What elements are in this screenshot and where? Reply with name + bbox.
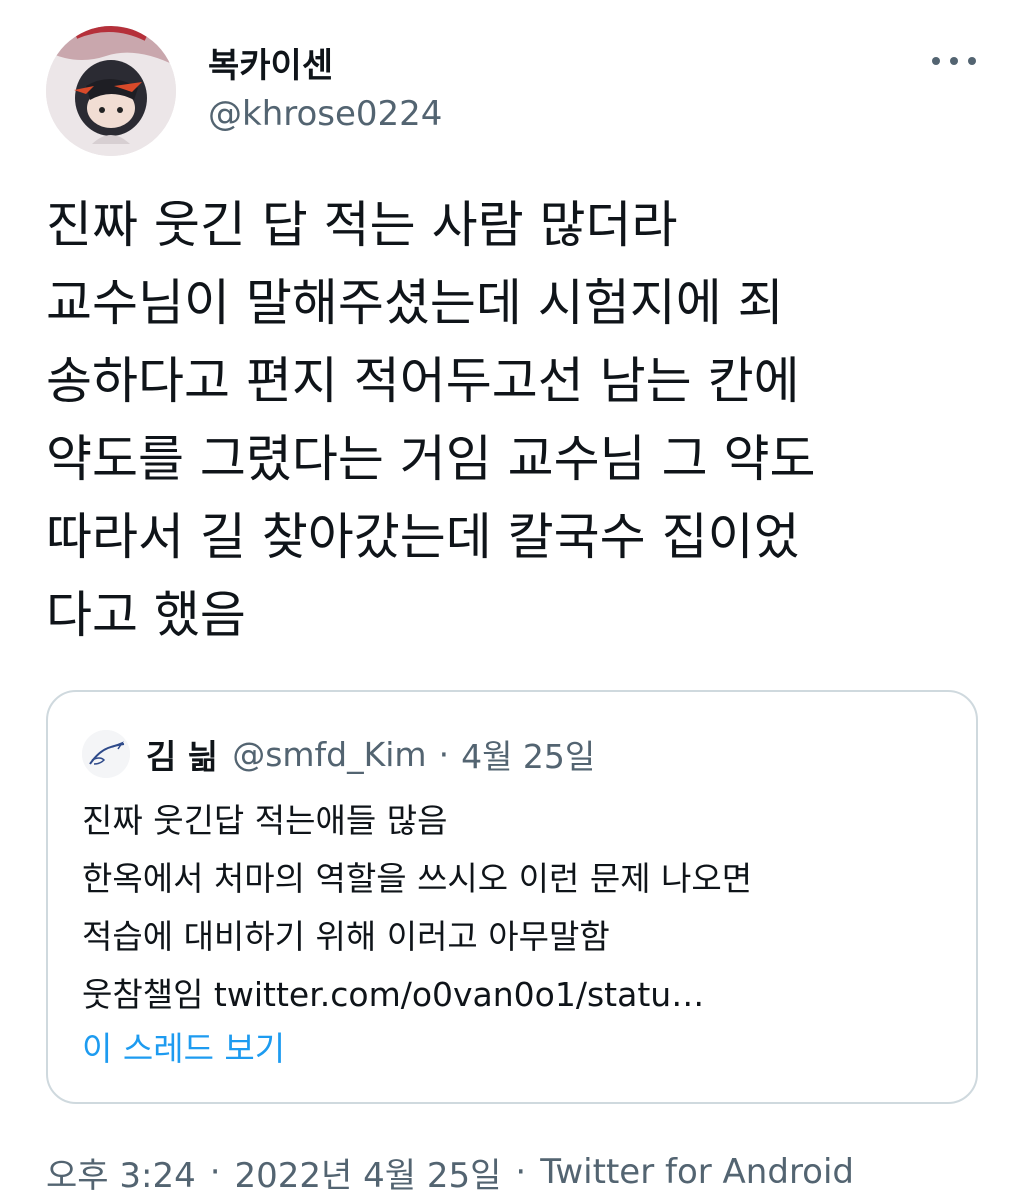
quoted-author-avatar[interactable] — [82, 730, 130, 778]
quoted-date[interactable]: 4월 25일 — [461, 730, 595, 778]
tweet-text: 진짜 웃긴 답 적는 사람 많더라 교수님이 말해주셨는데 시험지에 죄 송하다… — [46, 186, 986, 654]
quoted-text-line: 진짜 웃긴답 적는애들 많음 — [82, 801, 448, 840]
tweet-text-line: 교수님이 말해주셨는데 시험지에 죄 — [46, 274, 784, 332]
tweet-source[interactable]: Twitter for Android — [540, 1152, 854, 1191]
show-thread-link[interactable]: 이 스레드 보기 — [82, 1022, 285, 1070]
tweet-date[interactable]: 2022년 4월 25일 — [235, 1148, 502, 1191]
more-horizontal-icon-dot — [968, 57, 976, 65]
tweet-text-line: 진짜 웃긴 답 적는 사람 많더라 — [46, 196, 678, 254]
more-options-button[interactable] — [928, 48, 980, 74]
avatar-image-icon — [46, 26, 176, 156]
author-avatar[interactable] — [46, 26, 176, 156]
author-display-name[interactable]: 복카이센 — [208, 38, 333, 87]
more-horizontal-icon — [932, 57, 940, 65]
quoted-separator: · — [438, 734, 450, 774]
quoted-display-name[interactable]: 김 늶 — [146, 730, 218, 778]
tweet-detail: 복카이센 @khrose0224 진짜 웃긴 답 적는 사람 많더라 교수님이 … — [0, 0, 1024, 1191]
quoted-text-line: 한옥에서 처마의 역할을 쓰시오 이런 문제 나오면 — [82, 859, 753, 898]
quoted-handle[interactable]: @smfd_Kim — [232, 735, 426, 774]
author-handle[interactable]: @khrose0224 — [208, 94, 442, 134]
quoted-text-line: 적습에 대비하기 위해 이러고 아무말함 — [82, 917, 610, 956]
tweet-text-line: 송하다고 편지 적어두고선 남는 칸에 — [46, 352, 800, 410]
quoted-tweet-card[interactable]: 김 늶 @smfd_Kim · 4월 25일 진짜 웃긴답 적는애들 많음 한옥… — [46, 690, 978, 1104]
quoted-text-line-with-link[interactable]: 웃참챌임 twitter.com/o0van0o1/statu… — [82, 966, 952, 1024]
pen-avatar-icon — [82, 730, 130, 778]
footer-separator: · — [515, 1152, 527, 1191]
tweet-time[interactable]: 오후 3:24 — [46, 1148, 196, 1191]
quoted-text: 진짜 웃긴답 적는애들 많음 한옥에서 처마의 역할을 쓰시오 이런 문제 나오… — [82, 792, 952, 1024]
tweet-text-line: 따라서 길 찾아갔는데 칼국수 집이었 — [46, 508, 800, 566]
footer-separator: · — [209, 1152, 221, 1191]
tweet-text-line: 다고 했음 — [46, 586, 246, 644]
tweet-text-line: 약도를 그렸다는 거임 교수님 그 약도 — [46, 430, 816, 488]
tweet-metadata: 오후 3:24 · 2022년 4월 25일 · Twitter for And… — [46, 1150, 854, 1191]
more-horizontal-icon-dot — [950, 57, 958, 65]
quoted-header: 김 늶 @smfd_Kim · 4월 25일 — [146, 730, 595, 778]
